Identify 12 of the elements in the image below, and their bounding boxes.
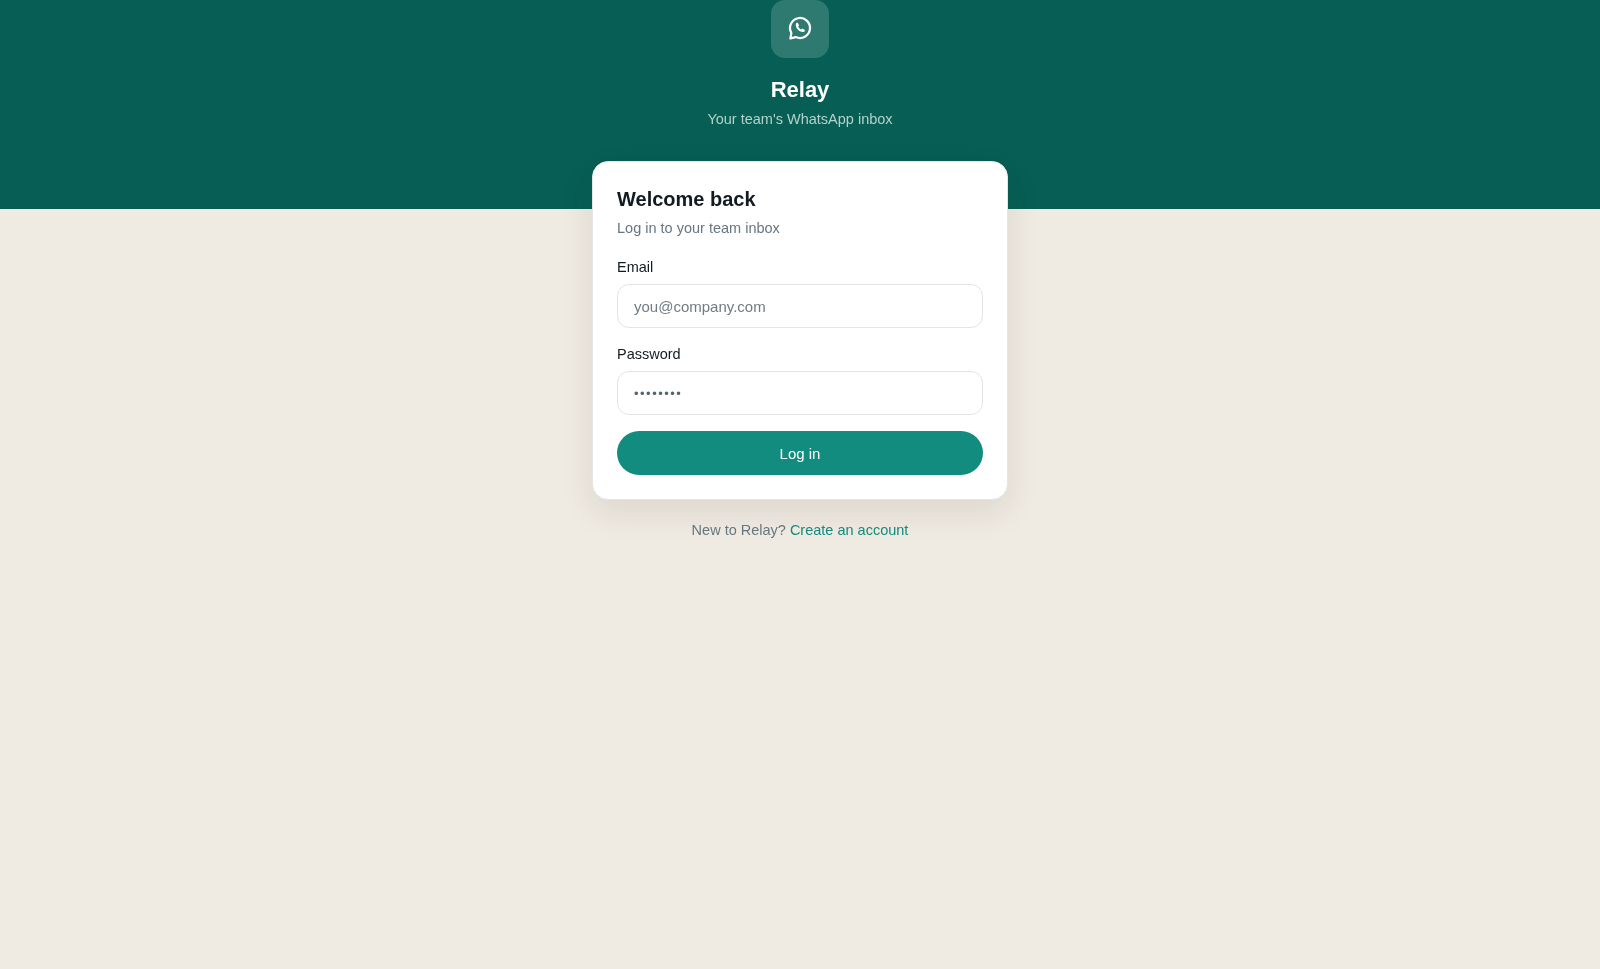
- field-label: Email: [617, 258, 655, 276]
- create-account-link[interactable]: Create an account: [789, 521, 909, 539]
- field-label: Password: [617, 345, 682, 363]
- phone-bubble-icon: [771, 0, 829, 58]
- password-field[interactable]: ••••••••: [617, 371, 983, 415]
- app-tagline: Your team's WhatsApp inbox: [707, 110, 893, 128]
- signup-prompt-text: New to Relay?: [691, 521, 786, 539]
- app-title: Relay: [770, 77, 830, 103]
- login-button[interactable]: Log in: [617, 431, 983, 475]
- card-subtitle: Log in to your team inbox: [617, 219, 781, 237]
- email-field[interactable]: you@company.com: [617, 284, 983, 328]
- card-title: Welcome back: [617, 187, 757, 211]
